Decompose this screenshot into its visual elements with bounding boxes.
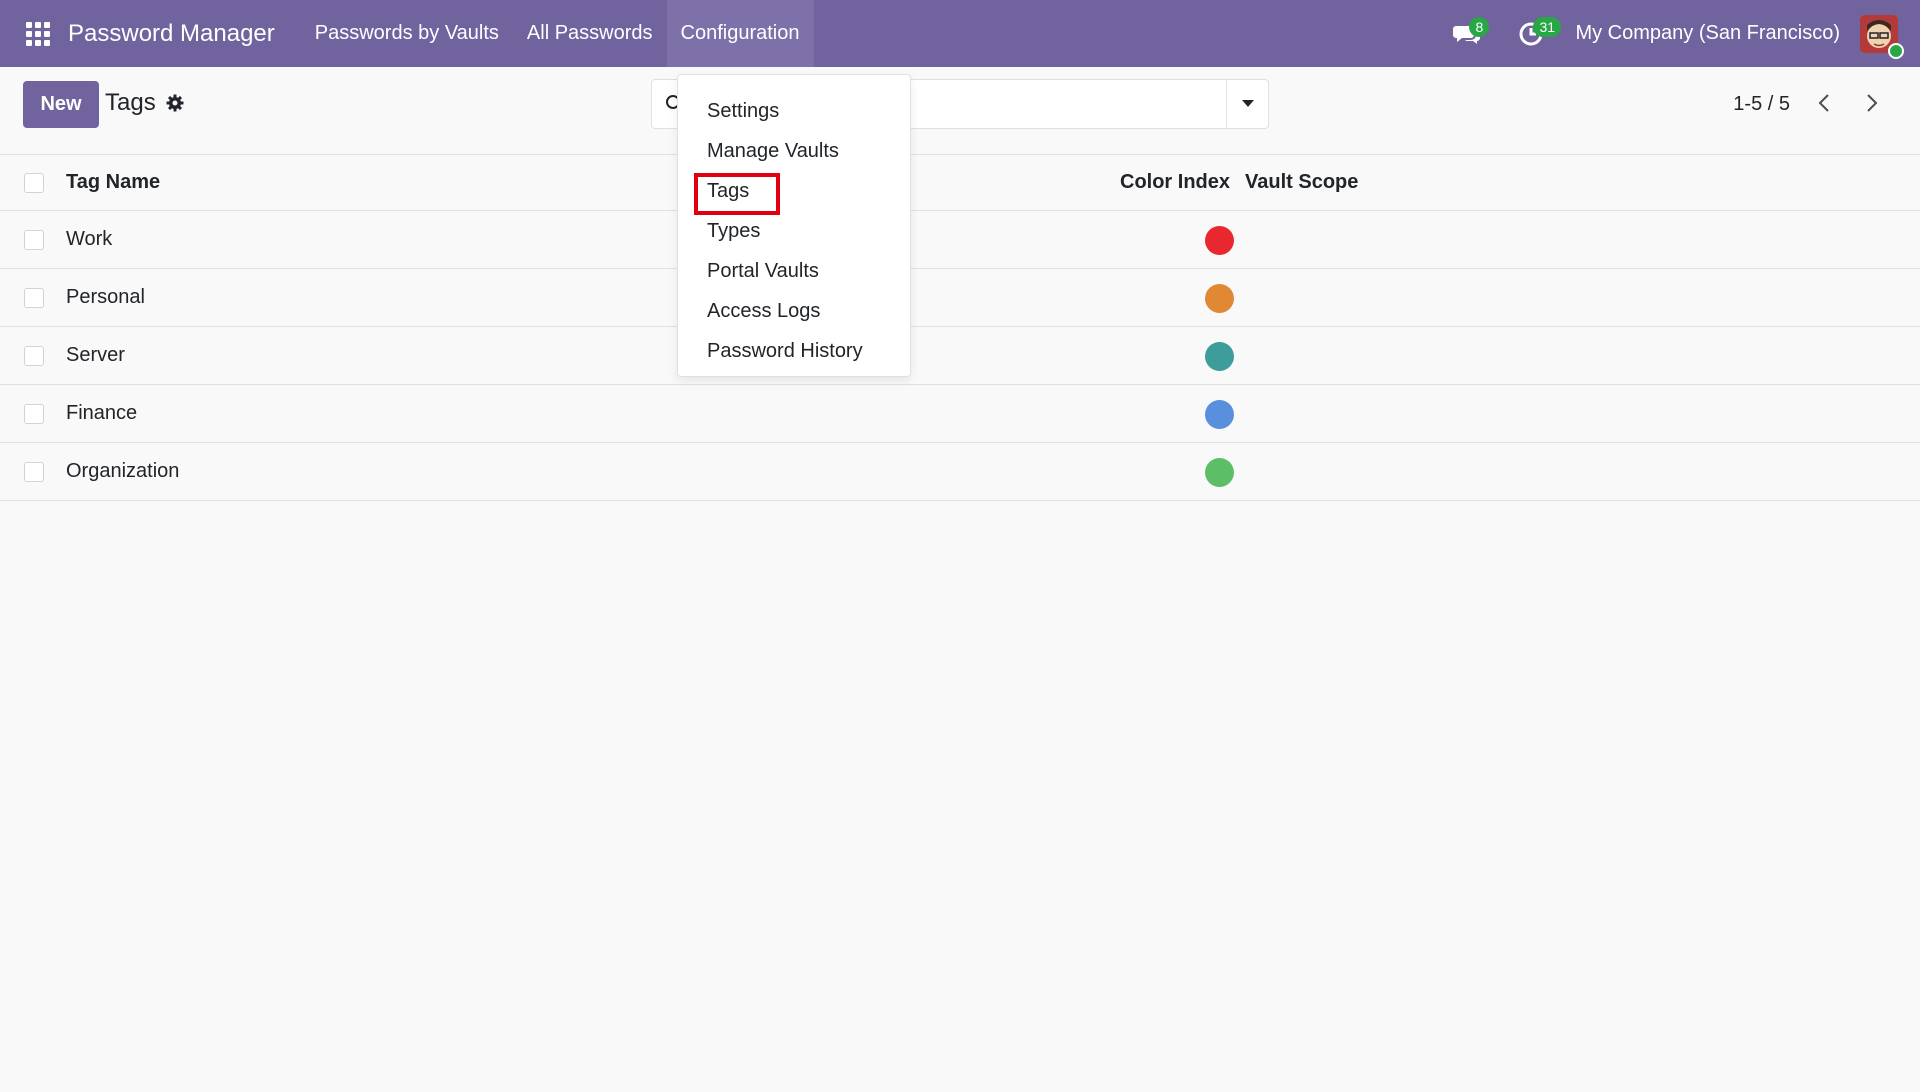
color-index-dot [1205,458,1234,487]
page-title: Tags [105,89,156,116]
menu-item-types[interactable]: Types [678,211,910,251]
apps-menu-icon[interactable] [18,14,58,54]
row-checkbox[interactable] [24,230,44,250]
nav-all-passwords[interactable]: All Passwords [513,0,667,67]
chevron-right-icon [1867,94,1878,112]
new-button[interactable]: New [23,81,99,128]
row-checkbox[interactable] [24,404,44,424]
online-status-indicator [1888,42,1904,59]
table-row[interactable]: Server [0,327,1920,385]
search-options-toggle[interactable] [1226,80,1268,128]
column-header-tag-name[interactable]: Tag Name [66,171,160,194]
color-index-dot [1205,284,1234,313]
pager-value[interactable]: 1-5 / 5 [1733,93,1790,116]
chevron-left-icon [1818,94,1829,112]
color-index-dot [1205,226,1234,255]
row-checkbox[interactable] [24,288,44,308]
nav-passwords-by-vaults[interactable]: Passwords by Vaults [301,0,513,67]
table-header: Tag Name Color Index Vault Scope [0,155,1920,211]
menu-item-settings[interactable]: Settings [678,91,910,131]
select-all-checkbox[interactable] [24,173,44,193]
activities-button[interactable]: 31 [1511,14,1562,54]
column-header-vault-scope[interactable]: Vault Scope [1245,171,1358,194]
menu-item-tags[interactable]: Tags [678,171,910,215]
tag-name-cell: Server [66,344,125,366]
messages-badge: 8 [1469,16,1490,37]
pager-next-button[interactable] [1854,85,1890,121]
row-checkbox[interactable] [24,462,44,482]
menu-item-password-history[interactable]: Password History [678,331,910,371]
tag-name-cell: Work [66,228,113,250]
column-header-color-index[interactable]: Color Index [1120,171,1230,194]
tag-name-cell: Organization [66,460,180,482]
color-index-dot [1205,400,1234,429]
tag-name-cell: Personal [66,286,145,308]
caret-down-icon [1241,100,1254,107]
activities-badge: 31 [1533,16,1562,37]
highlight-annotation-box [694,173,780,215]
gear-icon[interactable] [166,94,184,112]
tag-name-cell: Finance [66,402,138,424]
tags-list: Tag Name Color Index Vault Scope Work Pe… [0,155,1920,501]
app-brand[interactable]: Password Manager [68,20,275,48]
color-index-dot [1205,342,1234,371]
top-navbar: Password Manager Passwords by Vaults All… [0,0,1920,67]
nav-configuration[interactable]: Configuration [666,0,814,67]
messages-button[interactable]: 8 [1447,14,1490,54]
table-row[interactable]: Work [0,211,1920,269]
row-checkbox[interactable] [24,346,44,366]
company-switcher[interactable]: My Company (San Francisco) [1575,22,1840,45]
breadcrumb: Tags [105,89,184,117]
configuration-dropdown-menu: Settings Manage Vaults Tags Types Portal… [677,74,911,377]
table-row[interactable]: Organization [0,443,1920,501]
control-panel: New Tags 1-5 / 5 [0,67,1920,155]
table-row[interactable]: Finance [0,385,1920,443]
menu-item-portal-vaults[interactable]: Portal Vaults [678,251,910,291]
user-avatar[interactable] [1860,14,1904,59]
pager-previous-button[interactable] [1806,85,1842,121]
table-row[interactable]: Personal [0,269,1920,327]
menu-item-access-logs[interactable]: Access Logs [678,291,910,331]
menu-item-manage-vaults[interactable]: Manage Vaults [678,131,910,171]
